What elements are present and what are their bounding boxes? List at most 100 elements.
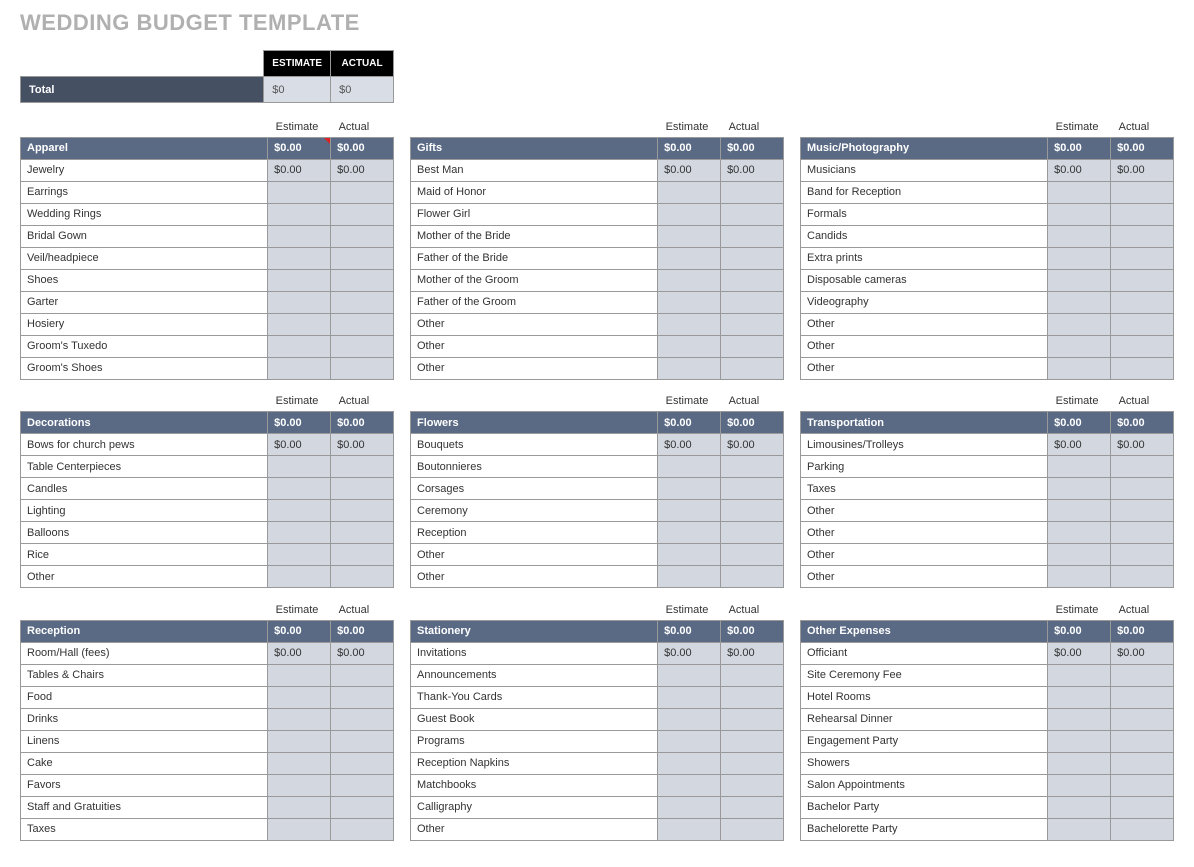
line-item-actual[interactable] xyxy=(331,522,394,544)
line-item-estimate[interactable] xyxy=(1048,478,1111,500)
line-item-actual[interactable] xyxy=(721,181,784,203)
line-item-actual[interactable] xyxy=(1111,522,1174,544)
line-item-actual[interactable] xyxy=(721,752,784,774)
line-item-estimate[interactable] xyxy=(1048,291,1111,313)
line-item-actual[interactable] xyxy=(1111,664,1174,686)
line-item-actual[interactable] xyxy=(721,730,784,752)
line-item-estimate[interactable] xyxy=(268,664,331,686)
line-item-estimate[interactable] xyxy=(1048,566,1111,588)
line-item-estimate[interactable] xyxy=(1048,500,1111,522)
line-item-estimate[interactable] xyxy=(268,796,331,818)
line-item-actual[interactable] xyxy=(331,752,394,774)
line-item-actual[interactable] xyxy=(721,774,784,796)
line-item-actual[interactable]: $0.00 xyxy=(331,434,394,456)
line-item-estimate[interactable] xyxy=(268,774,331,796)
line-item-actual[interactable] xyxy=(1111,456,1174,478)
line-item-actual[interactable] xyxy=(721,291,784,313)
line-item-actual[interactable] xyxy=(721,478,784,500)
line-item-estimate[interactable] xyxy=(268,522,331,544)
line-item-estimate[interactable] xyxy=(658,181,721,203)
line-item-actual[interactable] xyxy=(331,664,394,686)
line-item-estimate[interactable] xyxy=(658,225,721,247)
line-item-estimate[interactable] xyxy=(658,818,721,840)
line-item-estimate[interactable] xyxy=(1048,796,1111,818)
line-item-actual[interactable] xyxy=(1111,686,1174,708)
line-item-estimate[interactable] xyxy=(268,291,331,313)
line-item-estimate[interactable] xyxy=(1048,664,1111,686)
line-item-actual[interactable] xyxy=(331,357,394,379)
line-item-actual[interactable] xyxy=(331,225,394,247)
line-item-actual[interactable] xyxy=(331,335,394,357)
line-item-actual[interactable] xyxy=(721,522,784,544)
line-item-actual[interactable] xyxy=(1111,181,1174,203)
line-item-actual[interactable] xyxy=(1111,752,1174,774)
line-item-actual[interactable] xyxy=(331,456,394,478)
line-item-actual[interactable] xyxy=(721,664,784,686)
line-item-actual[interactable] xyxy=(331,566,394,588)
line-item-estimate[interactable] xyxy=(1048,335,1111,357)
line-item-estimate[interactable]: $0.00 xyxy=(658,642,721,664)
line-item-actual[interactable]: $0.00 xyxy=(331,642,394,664)
line-item-actual[interactable] xyxy=(331,796,394,818)
line-item-estimate[interactable] xyxy=(268,269,331,291)
line-item-estimate[interactable] xyxy=(1048,181,1111,203)
line-item-actual[interactable] xyxy=(331,686,394,708)
line-item-actual[interactable] xyxy=(331,774,394,796)
line-item-actual[interactable] xyxy=(721,269,784,291)
line-item-actual[interactable] xyxy=(331,203,394,225)
line-item-estimate[interactable] xyxy=(658,291,721,313)
line-item-actual[interactable] xyxy=(721,335,784,357)
line-item-estimate[interactable] xyxy=(1048,522,1111,544)
line-item-estimate[interactable] xyxy=(658,664,721,686)
line-item-estimate[interactable] xyxy=(1048,544,1111,566)
line-item-estimate[interactable]: $0.00 xyxy=(658,159,721,181)
line-item-estimate[interactable] xyxy=(268,478,331,500)
line-item-estimate[interactable] xyxy=(658,335,721,357)
line-item-estimate[interactable] xyxy=(268,456,331,478)
line-item-actual[interactable] xyxy=(721,686,784,708)
line-item-actual[interactable] xyxy=(721,247,784,269)
line-item-estimate[interactable] xyxy=(658,774,721,796)
line-item-estimate[interactable] xyxy=(1048,269,1111,291)
line-item-actual[interactable] xyxy=(721,225,784,247)
line-item-actual[interactable] xyxy=(1111,291,1174,313)
line-item-actual[interactable] xyxy=(721,544,784,566)
line-item-estimate[interactable] xyxy=(268,357,331,379)
line-item-actual[interactable] xyxy=(1111,544,1174,566)
line-item-actual[interactable] xyxy=(721,456,784,478)
line-item-estimate[interactable] xyxy=(1048,247,1111,269)
line-item-estimate[interactable] xyxy=(268,708,331,730)
line-item-estimate[interactable] xyxy=(268,752,331,774)
line-item-estimate[interactable] xyxy=(268,566,331,588)
line-item-actual[interactable] xyxy=(721,313,784,335)
line-item-estimate[interactable] xyxy=(658,247,721,269)
line-item-actual[interactable] xyxy=(331,269,394,291)
line-item-actual[interactable] xyxy=(1111,796,1174,818)
summary-total-estimate[interactable]: $0 xyxy=(264,77,331,103)
line-item-actual[interactable] xyxy=(1111,478,1174,500)
line-item-estimate[interactable] xyxy=(268,686,331,708)
line-item-actual[interactable] xyxy=(721,203,784,225)
line-item-estimate[interactable]: $0.00 xyxy=(1048,434,1111,456)
line-item-actual[interactable] xyxy=(1111,566,1174,588)
line-item-actual[interactable] xyxy=(331,478,394,500)
line-item-estimate[interactable] xyxy=(268,730,331,752)
line-item-estimate[interactable]: $0.00 xyxy=(268,642,331,664)
line-item-actual[interactable]: $0.00 xyxy=(1111,159,1174,181)
line-item-estimate[interactable] xyxy=(1048,313,1111,335)
line-item-actual[interactable] xyxy=(331,818,394,840)
line-item-estimate[interactable]: $0.00 xyxy=(1048,159,1111,181)
line-item-actual[interactable] xyxy=(1111,500,1174,522)
line-item-estimate[interactable] xyxy=(1048,456,1111,478)
line-item-estimate[interactable] xyxy=(658,269,721,291)
line-item-estimate[interactable] xyxy=(658,500,721,522)
line-item-actual[interactable] xyxy=(1111,708,1174,730)
line-item-actual[interactable] xyxy=(1111,774,1174,796)
line-item-estimate[interactable] xyxy=(658,544,721,566)
line-item-actual[interactable]: $0.00 xyxy=(1111,434,1174,456)
line-item-estimate[interactable] xyxy=(658,456,721,478)
line-item-actual[interactable] xyxy=(331,500,394,522)
line-item-actual[interactable] xyxy=(331,247,394,269)
line-item-estimate[interactable] xyxy=(268,818,331,840)
line-item-estimate[interactable] xyxy=(658,357,721,379)
